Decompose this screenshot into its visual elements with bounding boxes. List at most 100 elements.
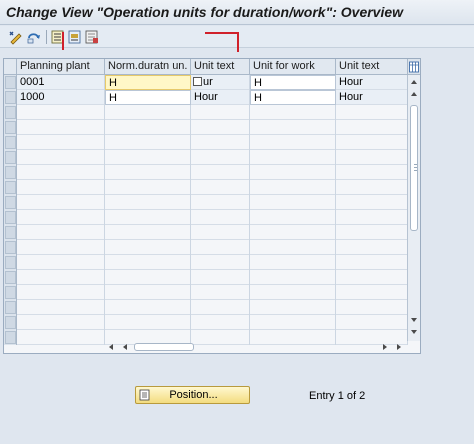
empty-cell <box>105 135 191 150</box>
empty-cell <box>105 315 191 330</box>
horizontal-scroll-thumb[interactable] <box>134 343 194 351</box>
empty-cell <box>17 165 105 180</box>
empty-cell <box>191 255 250 270</box>
column-header-unit-text[interactable]: Unit text <box>191 59 250 75</box>
empty-cell <box>250 315 336 330</box>
table-row <box>4 285 408 300</box>
empty-cell <box>250 210 336 225</box>
select-all-header[interactable] <box>4 59 17 75</box>
empty-cell <box>17 135 105 150</box>
empty-cell <box>105 300 191 315</box>
entry-counter: Entry 1 of 2 <box>309 390 366 402</box>
cell-norm-duration-unit[interactable]: H <box>105 90 191 105</box>
position-button-label: Position... <box>169 389 218 401</box>
column-header-unit-for-work[interactable]: Unit for work <box>250 59 336 75</box>
row-selector[interactable] <box>5 226 16 239</box>
empty-cell <box>105 165 191 180</box>
row-selector[interactable] <box>5 196 16 209</box>
vertical-scrollbar[interactable] <box>407 75 420 341</box>
empty-cell <box>17 150 105 165</box>
row-selector[interactable] <box>5 151 16 164</box>
position-button[interactable]: Position... <box>135 386 250 404</box>
empty-cell <box>191 270 250 285</box>
table-settings-icon[interactable] <box>407 59 420 75</box>
scroll-down-icon[interactable] <box>408 327 420 337</box>
row-selector[interactable] <box>5 106 16 119</box>
column-header-planning-plant[interactable]: Planning plant <box>17 59 105 75</box>
page-left-icon[interactable] <box>120 341 130 353</box>
row-selector[interactable] <box>5 316 16 329</box>
empty-cell <box>336 135 408 150</box>
red-frame-mark <box>205 32 238 34</box>
row-selector[interactable] <box>5 91 16 104</box>
empty-cell <box>250 135 336 150</box>
cell-unit-for-work[interactable]: H <box>250 75 336 90</box>
empty-cell <box>336 120 408 135</box>
empty-cell <box>105 120 191 135</box>
empty-cell <box>105 105 191 120</box>
row-selector[interactable] <box>5 331 16 344</box>
scroll-up-icon[interactable] <box>408 77 420 87</box>
empty-cell <box>250 150 336 165</box>
empty-cell <box>250 195 336 210</box>
display-change-icon[interactable] <box>8 29 24 45</box>
page-up-icon[interactable] <box>408 89 420 99</box>
empty-cell <box>336 195 408 210</box>
empty-cell <box>17 210 105 225</box>
empty-cell <box>250 240 336 255</box>
table-row <box>4 105 408 120</box>
empty-cell <box>17 270 105 285</box>
table-row: 1000 H Hour H Hour <box>4 90 408 105</box>
cell-unit-for-work[interactable]: H <box>250 90 336 105</box>
cell-planning-plant: 0001 <box>17 75 105 90</box>
table-row <box>4 210 408 225</box>
empty-cell <box>191 225 250 240</box>
empty-cell <box>17 330 105 345</box>
empty-cell <box>336 225 408 240</box>
empty-cell <box>17 285 105 300</box>
empty-cell <box>17 225 105 240</box>
empty-cell <box>17 240 105 255</box>
row-selector[interactable] <box>5 271 16 284</box>
row-selector[interactable] <box>5 256 16 269</box>
vertical-scroll-thumb[interactable] <box>410 105 418 231</box>
select-block-icon[interactable] <box>67 29 83 45</box>
row-selector[interactable] <box>5 241 16 254</box>
table-row <box>4 255 408 270</box>
scroll-left-icon[interactable] <box>106 341 116 353</box>
column-header-work-unit-text[interactable]: Unit text <box>336 59 408 75</box>
horizontal-scrollbar[interactable] <box>104 341 408 353</box>
table-row <box>4 150 408 165</box>
empty-cell <box>105 225 191 240</box>
empty-cell <box>105 180 191 195</box>
empty-cell <box>105 195 191 210</box>
empty-cell <box>191 165 250 180</box>
empty-cell <box>250 105 336 120</box>
column-header-norm-duration-unit[interactable]: Norm.duratn un. <box>105 59 191 75</box>
scroll-right-icon[interactable] <box>394 341 404 353</box>
empty-cell <box>191 240 250 255</box>
table-row <box>4 165 408 180</box>
empty-cell <box>191 315 250 330</box>
cell-norm-duration-unit[interactable]: H <box>105 75 191 90</box>
page-down-icon[interactable] <box>408 315 420 325</box>
empty-cell <box>191 135 250 150</box>
empty-cell <box>250 255 336 270</box>
other-view-icon[interactable] <box>26 29 42 45</box>
row-selector[interactable] <box>5 286 16 299</box>
row-selector[interactable] <box>5 76 16 89</box>
row-selector[interactable] <box>5 301 16 314</box>
row-selector[interactable] <box>5 166 16 179</box>
row-selector[interactable] <box>5 136 16 149</box>
table-row <box>4 270 408 285</box>
deselect-all-icon[interactable] <box>84 29 100 45</box>
row-selector[interactable] <box>5 121 16 134</box>
row-selector[interactable] <box>5 181 16 194</box>
page-right-icon[interactable] <box>380 341 390 353</box>
empty-cell <box>17 120 105 135</box>
cell-planning-plant: 1000 <box>17 90 105 105</box>
red-frame-mark <box>62 32 64 50</box>
empty-cell <box>17 315 105 330</box>
f4-help-icon[interactable] <box>193 77 202 86</box>
row-selector[interactable] <box>5 211 16 224</box>
